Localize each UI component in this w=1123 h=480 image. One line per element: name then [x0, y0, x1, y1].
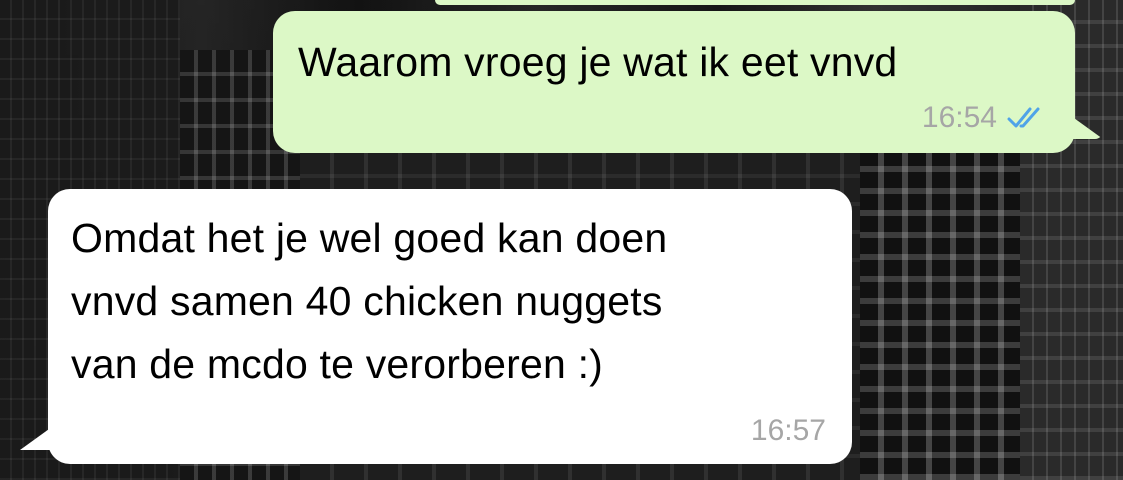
- message-text: Omdat het je wel goed kan doen vnvd same…: [71, 215, 668, 387]
- message-meta: 16:57: [751, 414, 826, 448]
- message-text: Waarom vroeg je wat ik eet vnvd: [298, 39, 898, 85]
- outgoing-message-bubble[interactable]: Waarom vroeg je wat ik eet vnvd 16:54: [273, 11, 1103, 153]
- wallpaper-building: [860, 150, 1020, 480]
- message-meta: 16:54: [922, 101, 1047, 135]
- message-time: 16:54: [921, 101, 997, 134]
- message-time: 16:57: [750, 414, 826, 447]
- previous-message-bubble-edge: [435, 0, 1075, 5]
- incoming-message-bubble[interactable]: Omdat het je wel goed kan doen vnvd same…: [20, 189, 852, 464]
- double-check-read-icon: [1007, 107, 1040, 128]
